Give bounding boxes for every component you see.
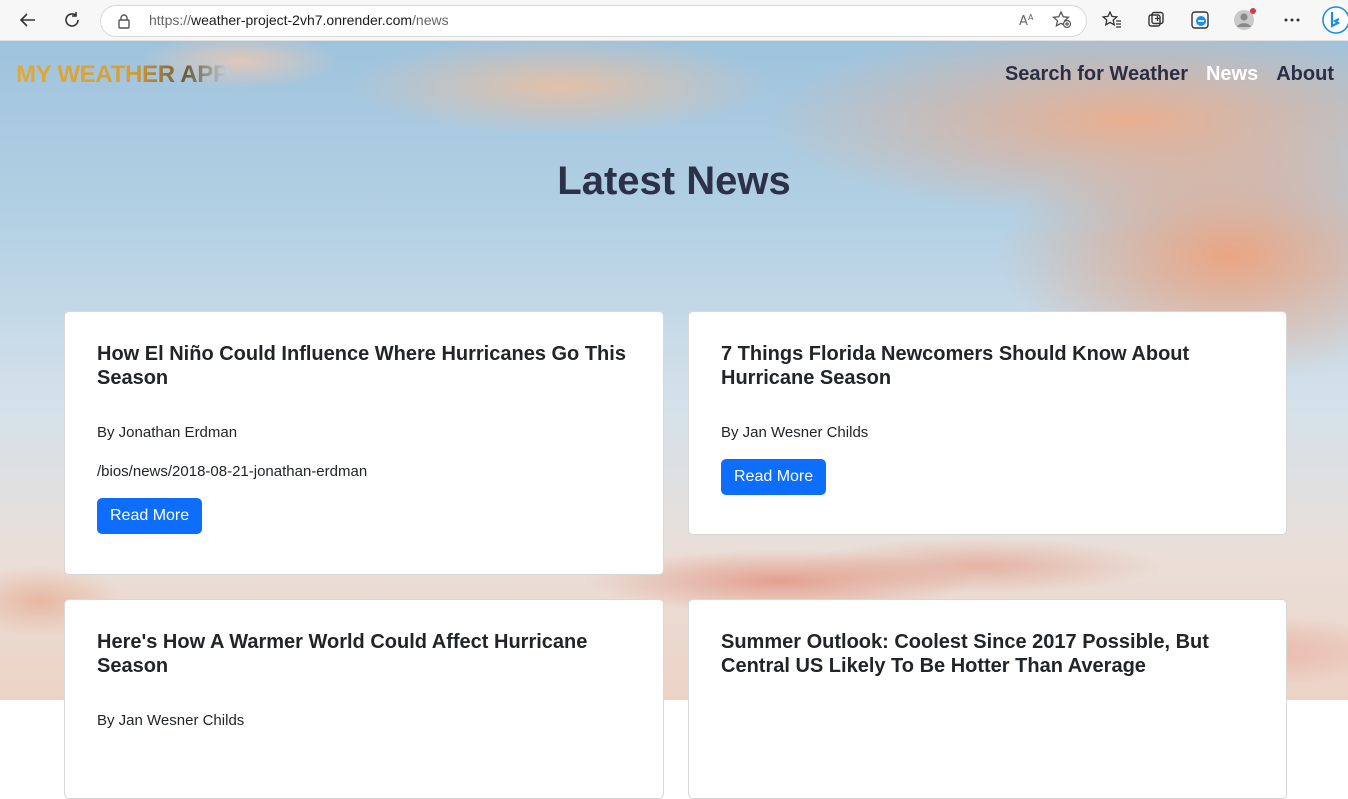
address-bar[interactable]: https://weather-project-2vh7.onrender.co… <box>100 5 1087 37</box>
profile-avatar-icon[interactable] <box>1231 6 1259 34</box>
news-card: Summer Outlook: Coolest Since 2017 Possi… <box>688 599 1287 799</box>
collections-icon[interactable] <box>1142 6 1170 34</box>
site-nav: Search for Weather News About <box>1005 63 1334 86</box>
site-logo[interactable]: MY WEATHER APP <box>16 61 229 89</box>
read-more-button[interactable]: Read More <box>97 498 203 534</box>
browser-essentials-icon[interactable] <box>1186 6 1214 34</box>
news-card-author: By Jan Wesner Childs <box>97 712 245 729</box>
svg-text:A: A <box>1028 13 1034 22</box>
news-card-title: Here's How A Warmer World Could Affect H… <box>97 631 588 677</box>
bing-copilot-icon[interactable] <box>1320 6 1348 34</box>
favorites-icon[interactable] <box>1098 6 1126 34</box>
read-more-button[interactable]: Read More <box>721 459 827 495</box>
news-card-title: 7 Things Florida Newcomers Should Know A… <box>721 343 1190 389</box>
more-options-icon[interactable] <box>1278 6 1306 34</box>
browser-toolbar: https://weather-project-2vh7.onrender.co… <box>0 0 1348 41</box>
url-text: https://weather-project-2vh7.onrender.co… <box>149 12 449 28</box>
news-card-title: Summer Outlook: Coolest Since 2017 Possi… <box>721 631 1209 677</box>
news-card: How El Niño Could Influence Where Hurric… <box>64 311 664 575</box>
back-icon[interactable] <box>14 6 42 34</box>
news-card: 7 Things Florida Newcomers Should Know A… <box>688 311 1287 535</box>
news-card-author: By Jan Wesner Childs <box>721 424 869 441</box>
refresh-icon[interactable] <box>58 6 86 34</box>
page-background: MY WEATHER APP Search for Weather News A… <box>0 41 1348 799</box>
add-favorite-icon[interactable] <box>1052 10 1072 33</box>
news-card-author: By Jonathan Erdman <box>97 424 238 441</box>
nav-news[interactable]: News <box>1206 63 1258 86</box>
nav-search-for-weather[interactable]: Search for Weather <box>1005 63 1188 86</box>
lock-icon <box>117 13 131 33</box>
page-title: Latest News <box>557 159 791 203</box>
news-card-author-link: /bios/news/2018-08-21-jonathan-erdman <box>97 463 368 480</box>
read-aloud-icon[interactable]: AA <box>1018 11 1036 33</box>
news-card: Here's How A Warmer World Could Affect H… <box>64 599 664 799</box>
svg-text:A: A <box>1019 14 1028 29</box>
news-card-title: How El Niño Could Influence Where Hurric… <box>97 343 626 389</box>
nav-about[interactable]: About <box>1276 63 1334 86</box>
